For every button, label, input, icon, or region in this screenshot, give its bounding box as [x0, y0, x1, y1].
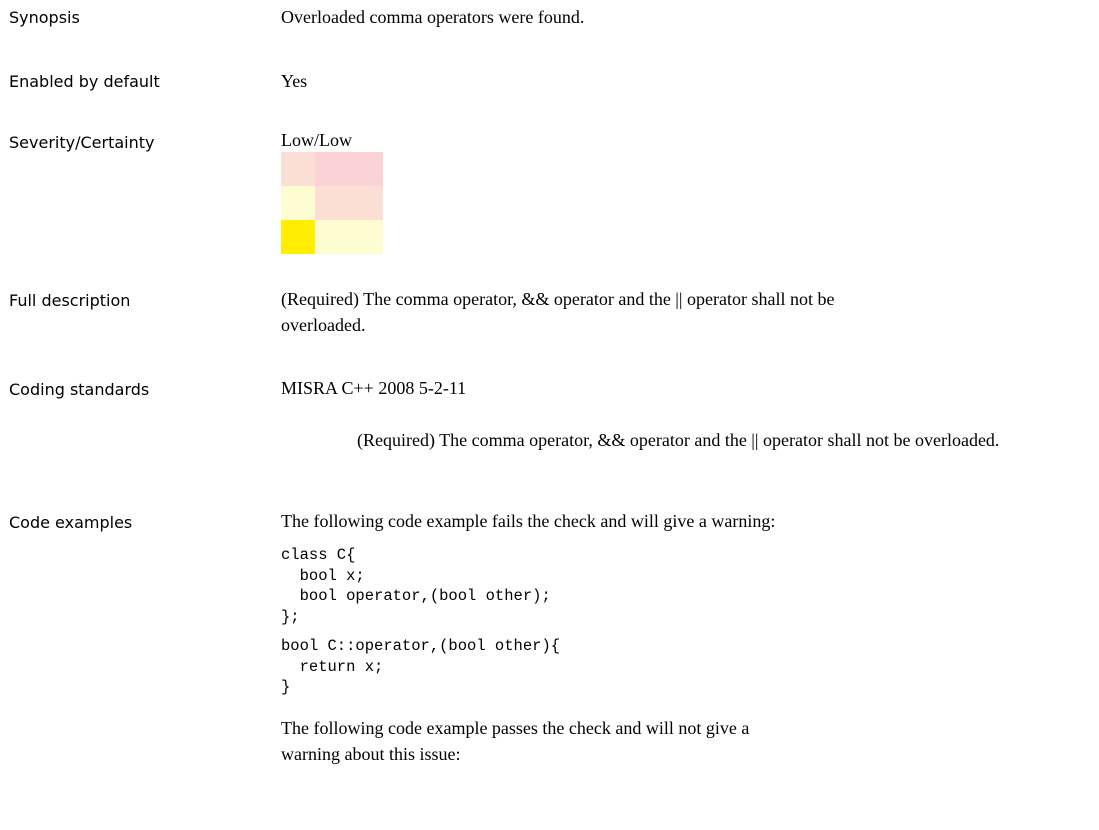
severity-label: Severity/Certainty — [9, 133, 155, 152]
synopsis-value: Overloaded comma operators were found. — [281, 7, 585, 27]
severity-cell — [349, 220, 383, 254]
full-description-label: Full description — [9, 291, 131, 310]
pass-example-intro: The following code example passes the ch… — [281, 718, 750, 764]
coding-standards-label: Coding standards — [9, 380, 150, 399]
fail-code-block-2: bool C::operator,(bool other){ return x;… — [281, 637, 561, 697]
fail-code-block-1: class C{ bool x; bool operator,(bool oth… — [281, 546, 551, 626]
severity-cell — [281, 186, 315, 220]
fail-example-intro: The following code example fails the che… — [281, 511, 776, 531]
enabled-label: Enabled by default — [9, 72, 160, 91]
severity-cell — [281, 152, 315, 186]
enabled-value: Yes — [281, 71, 308, 91]
severity-cell — [281, 220, 315, 254]
severity-matrix — [281, 152, 383, 254]
severity-cell — [315, 152, 349, 186]
severity-cell — [349, 186, 383, 220]
coding-standards-detail: (Required) The comma operator, && operat… — [357, 430, 1000, 450]
full-description-value: (Required) The comma operator, && operat… — [281, 289, 835, 335]
severity-value: Low/Low — [281, 130, 352, 150]
coding-standards-value: MISRA C++ 2008 5-2-11 — [281, 378, 467, 398]
code-examples-label: Code examples — [9, 513, 133, 532]
severity-cell — [315, 220, 349, 254]
severity-cell — [315, 186, 349, 220]
synopsis-label: Synopsis — [9, 8, 80, 27]
severity-cell — [349, 152, 383, 186]
